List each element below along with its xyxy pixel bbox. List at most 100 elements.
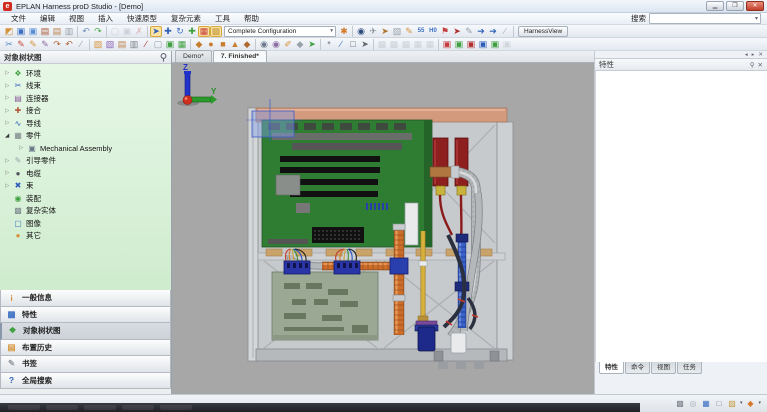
tree-expand-arrow[interactable]: ▷ — [19, 145, 27, 151]
close-button[interactable]: ✕ — [746, 1, 764, 11]
render-mode-icon[interactable]: ◆ — [745, 398, 755, 408]
open-project-icon[interactable]: ◩ — [3, 26, 15, 37]
save-icon[interactable]: ▣ — [15, 26, 27, 37]
pencil-orange-icon[interactable]: ✎ — [27, 39, 39, 50]
pin-icon[interactable]: ⚲ — [750, 61, 755, 69]
run-check-icon[interactable]: ➤ — [451, 26, 463, 37]
arrow-up-icon[interactable]: ➤ — [306, 39, 318, 50]
bundle-edit-icon[interactable]: ▧ — [104, 39, 116, 50]
pan-tool-icon[interactable]: ✚ — [186, 26, 198, 37]
save-all-icon[interactable]: ▣ — [27, 26, 39, 37]
tree-expand-arrow[interactable]: ▷ — [5, 83, 13, 89]
pick-icon[interactable]: ➤ — [359, 39, 371, 50]
panel-tab-1[interactable]: 特性 — [599, 362, 624, 374]
taskbar-button[interactable] — [160, 405, 192, 410]
taskbar-button[interactable] — [8, 405, 40, 410]
grid-tool-icon[interactable]: ▦ — [198, 26, 210, 37]
tree-expand-arrow[interactable]: ▷ — [5, 70, 13, 76]
taskbar-button[interactable] — [46, 405, 78, 410]
tree-expand-arrow[interactable]: ◢ — [5, 133, 13, 139]
document-tab-1[interactable]: Demo* — [175, 50, 212, 62]
ghost-mode-icon[interactable]: ◎ — [688, 398, 698, 408]
menu-item-5[interactable]: 快速原型 — [120, 13, 164, 25]
report-flag-icon[interactable]: ⚑ — [439, 26, 451, 37]
chassis-3d-model[interactable] — [172, 63, 594, 394]
wire-length-icon[interactable]: 55 — [415, 26, 427, 37]
pin-icon[interactable] — [160, 53, 167, 62]
cut-wire-icon[interactable]: ✂ — [3, 39, 15, 50]
restore-button[interactable]: ❐ — [726, 1, 744, 11]
pane-layout-icon[interactable]: □ — [714, 398, 724, 408]
document-tab-2[interactable]: 7. Finished* — [213, 50, 267, 62]
view-saved-icon[interactable]: ▣ — [501, 39, 513, 50]
tree-item[interactable]: ▩复杂实体 — [0, 205, 171, 218]
panel-close-icon[interactable]: ✕ — [758, 61, 763, 69]
view-side-icon[interactable]: ▣ — [465, 39, 477, 50]
panel-button-global-search[interactable]: ?全局搜索 — [0, 373, 171, 390]
tab-close-icon[interactable]: ✕ — [758, 52, 763, 58]
tape-icon[interactable]: ▥ — [128, 39, 140, 50]
route-all-icon[interactable]: ➔ — [487, 26, 499, 37]
line-icon[interactable]: ∕ — [335, 39, 347, 50]
sleeve-icon[interactable]: ■ — [217, 39, 229, 50]
connect-icon[interactable]: H0 — [427, 26, 439, 37]
taskbar-button[interactable] — [84, 405, 116, 410]
select-tool-icon[interactable]: ➤ — [150, 26, 162, 37]
rect-icon[interactable]: □ — [347, 39, 359, 50]
paste-icon[interactable]: ▣ — [121, 26, 133, 37]
redo-icon[interactable]: ↷ — [92, 26, 104, 37]
undo-icon[interactable]: ↶ — [80, 26, 92, 37]
panel-button-object-tree[interactable]: ❖对象树状图 — [0, 323, 171, 340]
tab-scroll-left-icon[interactable]: ◂ — [745, 52, 748, 58]
eraser-icon[interactable]: ∕ — [75, 39, 87, 50]
report5-icon[interactable]: ▦ — [424, 39, 436, 50]
panel-button-general-info[interactable]: i一般信息 — [0, 290, 171, 307]
edit-pen-icon[interactable]: ✎ — [463, 26, 475, 37]
minimize-button[interactable]: ▁ — [706, 1, 724, 11]
package-icon[interactable]: ▤ — [116, 39, 128, 50]
zoom-find-icon[interactable]: ◉ — [258, 39, 270, 50]
dropdown-arrow-icon[interactable]: ▾ — [740, 400, 743, 406]
harnessview-button[interactable]: HarnessView — [518, 26, 568, 37]
grommet-icon[interactable]: ● — [205, 39, 217, 50]
export-icon[interactable]: ▤ — [51, 26, 63, 37]
tree-item[interactable]: ◉装配 — [0, 192, 171, 205]
delete-icon[interactable]: ✗ — [133, 26, 145, 37]
remove-segment-icon[interactable]: ∕ — [140, 39, 152, 50]
tree-expand-arrow[interactable]: ▷ — [5, 170, 13, 176]
tree-item[interactable]: ▷✚接合 — [0, 105, 171, 118]
menu-item-1[interactable]: 文件 — [4, 13, 33, 25]
menu-item-3[interactable]: 视图 — [62, 13, 91, 25]
tab-scroll-right-icon[interactable]: ▸ — [752, 52, 755, 58]
pencil-red-icon[interactable]: ✎ — [15, 39, 27, 50]
tree-item[interactable]: ▷✖束 — [0, 180, 171, 193]
tree-expand-arrow[interactable]: ▷ — [5, 108, 13, 114]
route-icon[interactable]: ➔ — [475, 26, 487, 37]
unroute-icon[interactable]: ∕ — [499, 26, 511, 37]
view-front-icon[interactable]: ▣ — [441, 39, 453, 50]
clip-region-icon[interactable]: ▩ — [675, 398, 685, 408]
report3-icon[interactable]: ▩ — [400, 39, 412, 50]
taskbar-button[interactable] — [122, 405, 154, 410]
band-icon[interactable]: ◆ — [241, 39, 253, 50]
pen-detail-icon[interactable]: ✐ — [282, 39, 294, 50]
panel-button-properties-nav[interactable]: ▦特性 — [0, 307, 171, 324]
tree-item[interactable]: ▢图像 — [0, 217, 171, 230]
flythrough-icon[interactable]: ✈ — [367, 26, 379, 37]
annotate-icon[interactable]: ✎ — [403, 26, 415, 37]
menu-item-2[interactable]: 编辑 — [33, 13, 62, 25]
tree-item[interactable]: ▷✂线束 — [0, 80, 171, 93]
orbit-tool-icon[interactable]: ↻ — [174, 26, 186, 37]
point-select-icon[interactable]: ✚ — [162, 26, 174, 37]
snap-tool-icon[interactable]: ▩ — [210, 26, 222, 37]
tree-item[interactable]: ▷✎引导零件 — [0, 155, 171, 168]
report4-icon[interactable]: ▦ — [412, 39, 424, 50]
tree-expand-arrow[interactable]: ▷ — [5, 183, 13, 189]
view-custom-icon[interactable]: ▣ — [489, 39, 501, 50]
tree-item[interactable]: ▷●电缆 — [0, 167, 171, 180]
find-edit-icon[interactable]: ◉ — [270, 39, 282, 50]
tree-item[interactable]: ▷∿导线 — [0, 117, 171, 130]
curve2-icon[interactable]: ↶ — [63, 39, 75, 50]
tree-item[interactable]: ▷▤连接器 — [0, 92, 171, 105]
panel-button-placement-history[interactable]: ▤布置历史 — [0, 340, 171, 357]
